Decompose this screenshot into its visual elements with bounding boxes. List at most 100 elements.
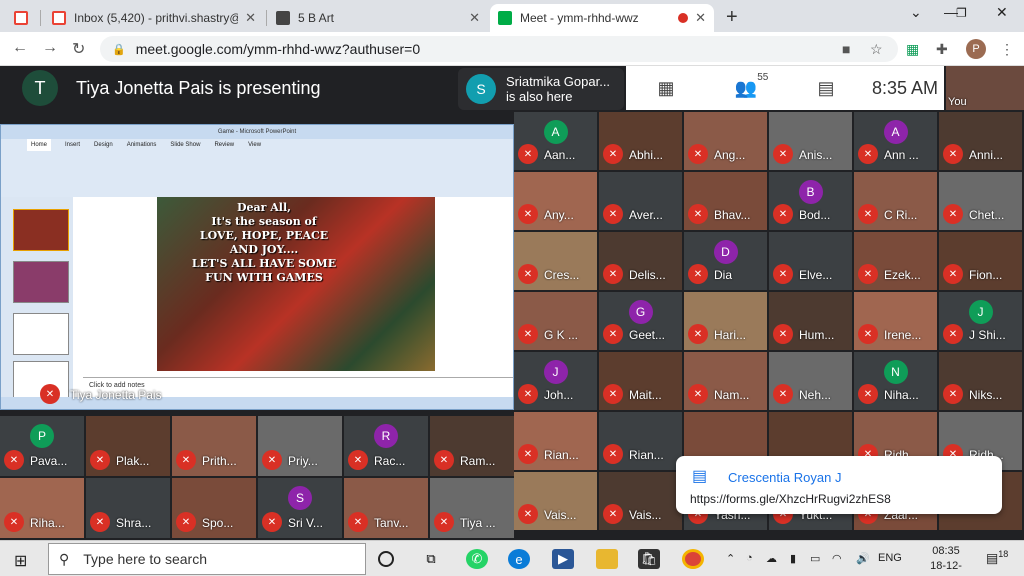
participant-tile[interactable]: ✕ Hari...: [684, 292, 767, 350]
maximize-button[interactable]: ❐: [956, 6, 967, 20]
cortana-icon[interactable]: [378, 551, 394, 567]
participant-tile[interactable]: R ✕ Rac...: [344, 416, 428, 476]
volume-icon[interactable]: 🔊: [856, 552, 870, 565]
participant-tile[interactable]: ✕ Tiya ...: [430, 478, 514, 538]
participant-tile[interactable]: P ✕ Pava...: [0, 416, 84, 476]
reload-button[interactable]: ↻: [72, 39, 85, 59]
participant-tile[interactable]: ✕ Elve...: [769, 232, 852, 290]
participant-tile[interactable]: N ✕ Niha...: [854, 352, 937, 410]
profile-avatar[interactable]: P: [966, 39, 986, 59]
store-icon[interactable]: 🛍: [638, 549, 660, 569]
notification-center-icon[interactable]: ▤18: [986, 549, 1008, 566]
participant-tile[interactable]: ✕ Bhav...: [684, 172, 767, 230]
participant-tile[interactable]: ✕ Anni...: [939, 112, 1022, 170]
participant-tile[interactable]: S ✕ Sri V...: [258, 478, 342, 538]
extensions-icon[interactable]: ✚: [936, 41, 948, 58]
participant-tile[interactable]: ✕ Nam...: [684, 352, 767, 410]
participant-tile[interactable]: ✕ Mait...: [599, 352, 682, 410]
url-field[interactable]: 🔒 meet.google.com/ymm-rhhd-wwz?authuser=0: [100, 36, 898, 62]
participant-tile[interactable]: J ✕ J Shi...: [939, 292, 1022, 350]
language-indicator[interactable]: ENG: [878, 552, 902, 564]
whatsapp-icon[interactable]: ✆: [466, 549, 488, 569]
participant-tile[interactable]: ✕ Ang...: [684, 112, 767, 170]
forward-button[interactable]: →: [42, 39, 58, 57]
back-button[interactable]: ←: [12, 39, 28, 57]
participant-tile[interactable]: ✕ Ezek...: [854, 232, 937, 290]
participant-tile[interactable]: ✕ Priy...: [258, 416, 342, 476]
wifi-icon[interactable]: ◠: [832, 552, 842, 565]
participant-tile[interactable]: ✕ Rian...: [599, 412, 682, 470]
participant-tile[interactable]: B ✕ Bod...: [769, 172, 852, 230]
close-window-button[interactable]: ✕: [996, 4, 1008, 21]
edge-icon[interactable]: e: [508, 549, 530, 569]
participant-tile[interactable]: ✕ Prith...: [172, 416, 256, 476]
people-icon[interactable]: 👥 55: [706, 72, 786, 99]
participant-tile[interactable]: ✕ Fion...: [939, 232, 1022, 290]
participant-tile[interactable]: G ✕ Geet...: [599, 292, 682, 350]
participant-tile[interactable]: ✕ Tanv...: [344, 478, 428, 538]
participant-tile[interactable]: ✕ Riha...: [0, 478, 84, 538]
participant-tile[interactable]: J ✕ Joh...: [514, 352, 597, 410]
slide-thumbnail[interactable]: [13, 261, 69, 303]
media-player-icon[interactable]: ▶: [552, 549, 574, 569]
slide-thumbnail[interactable]: [13, 209, 69, 251]
participant-tile[interactable]: A ✕ Ann ...: [854, 112, 937, 170]
participant-tile[interactable]: ✕ Cres...: [514, 232, 597, 290]
participant-tile[interactable]: ✕ Vais...: [514, 472, 597, 530]
taskbar-search[interactable]: ⚲ Type here to search: [48, 543, 366, 575]
participant-tile[interactable]: A ✕ Aan...: [514, 112, 597, 170]
participant-tile[interactable]: ✕ Ram...: [430, 416, 514, 476]
tab-5b-art[interactable]: 5 B Art ✕: [268, 4, 488, 32]
close-tab-icon[interactable]: ✕: [695, 10, 706, 26]
sheets-extension-icon[interactable]: ▦: [906, 41, 919, 58]
cloud-icon[interactable]: ☁: [766, 552, 777, 565]
participant-tile[interactable]: ✕ Aver...: [599, 172, 682, 230]
participant-tile[interactable]: ✕ Irene...: [854, 292, 937, 350]
participant-tile[interactable]: ✕ Plak...: [86, 416, 170, 476]
shared-screen[interactable]: Game - Microsoft PowerPoint Home Insert De…: [0, 124, 514, 410]
participant-tile[interactable]: ✕ Hum...: [769, 292, 852, 350]
ribbon-tab[interactable]: Home: [27, 139, 52, 151]
ribbon-tab[interactable]: Design: [94, 139, 113, 151]
ribbon-tab[interactable]: Insert: [65, 139, 80, 151]
file-explorer-icon[interactable]: [596, 549, 618, 569]
participant-tile[interactable]: ✕ G K ...: [514, 292, 597, 350]
slide-thumbnail[interactable]: [13, 313, 69, 355]
participant-tile[interactable]: ✕ Neh...: [769, 352, 852, 410]
participant-tile[interactable]: ✕ Rian...: [514, 412, 597, 470]
grid-layout-icon[interactable]: ▦: [626, 78, 706, 99]
ribbon-tab[interactable]: Animations: [127, 139, 157, 151]
self-tile[interactable]: You: [946, 66, 1024, 110]
participant-tile[interactable]: ✕ Chet...: [939, 172, 1022, 230]
ribbon-tab[interactable]: Review: [214, 139, 234, 151]
tab-meet[interactable]: Meet - ymm-rhhd-wwz ✕: [490, 4, 714, 32]
close-tab-icon[interactable]: ✕: [245, 10, 256, 26]
new-tab-button[interactable]: +: [726, 6, 738, 29]
task-view-icon[interactable]: ⧉: [420, 549, 442, 569]
chat-notification[interactable]: ▤ Crescentia Royan J https://forms.gle/X…: [676, 456, 1002, 514]
ribbon-tab[interactable]: View: [248, 139, 261, 151]
participant-tile[interactable]: D ✕ Dia: [684, 232, 767, 290]
participant-tile[interactable]: ✕ Shra...: [86, 478, 170, 538]
camera-icon[interactable]: ■: [842, 41, 850, 57]
participant-tile[interactable]: ✕ Delis...: [599, 232, 682, 290]
tab-gmail-inbox[interactable]: Inbox (5,420) - prithvi.shastry@sc ✕: [44, 4, 264, 32]
participant-tile[interactable]: ✕ Niks...: [939, 352, 1022, 410]
taskbar-clock[interactable]: 08:3518-12-2020: [924, 544, 968, 576]
battery-icon[interactable]: ▭: [810, 552, 820, 565]
participant-tile[interactable]: ✕ Anis...: [769, 112, 852, 170]
windows-start-icon[interactable]: ⊞: [14, 551, 27, 571]
chevron-down-icon[interactable]: ⌄: [910, 4, 922, 21]
participant-tile[interactable]: ✕ Any...: [514, 172, 597, 230]
chevron-up-icon[interactable]: ⌃: [726, 552, 735, 565]
network-icon[interactable]: ◔: [746, 552, 753, 564]
tab-gmail-1[interactable]: [6, 4, 36, 32]
ribbon-tab[interactable]: Slide Show: [170, 139, 200, 151]
close-tab-icon[interactable]: ✕: [469, 10, 480, 26]
participant-tile[interactable]: ✕ Abhi...: [599, 112, 682, 170]
chat-message[interactable]: https://forms.gle/XhzcHrRugvi2zhES8: [690, 492, 891, 506]
participant-tile[interactable]: ✕ C Ri...: [854, 172, 937, 230]
participant-tile[interactable]: ✕ Spo...: [172, 478, 256, 538]
chrome-icon[interactable]: [682, 549, 704, 569]
participant-tile[interactable]: ✕ Vais...: [599, 472, 682, 530]
